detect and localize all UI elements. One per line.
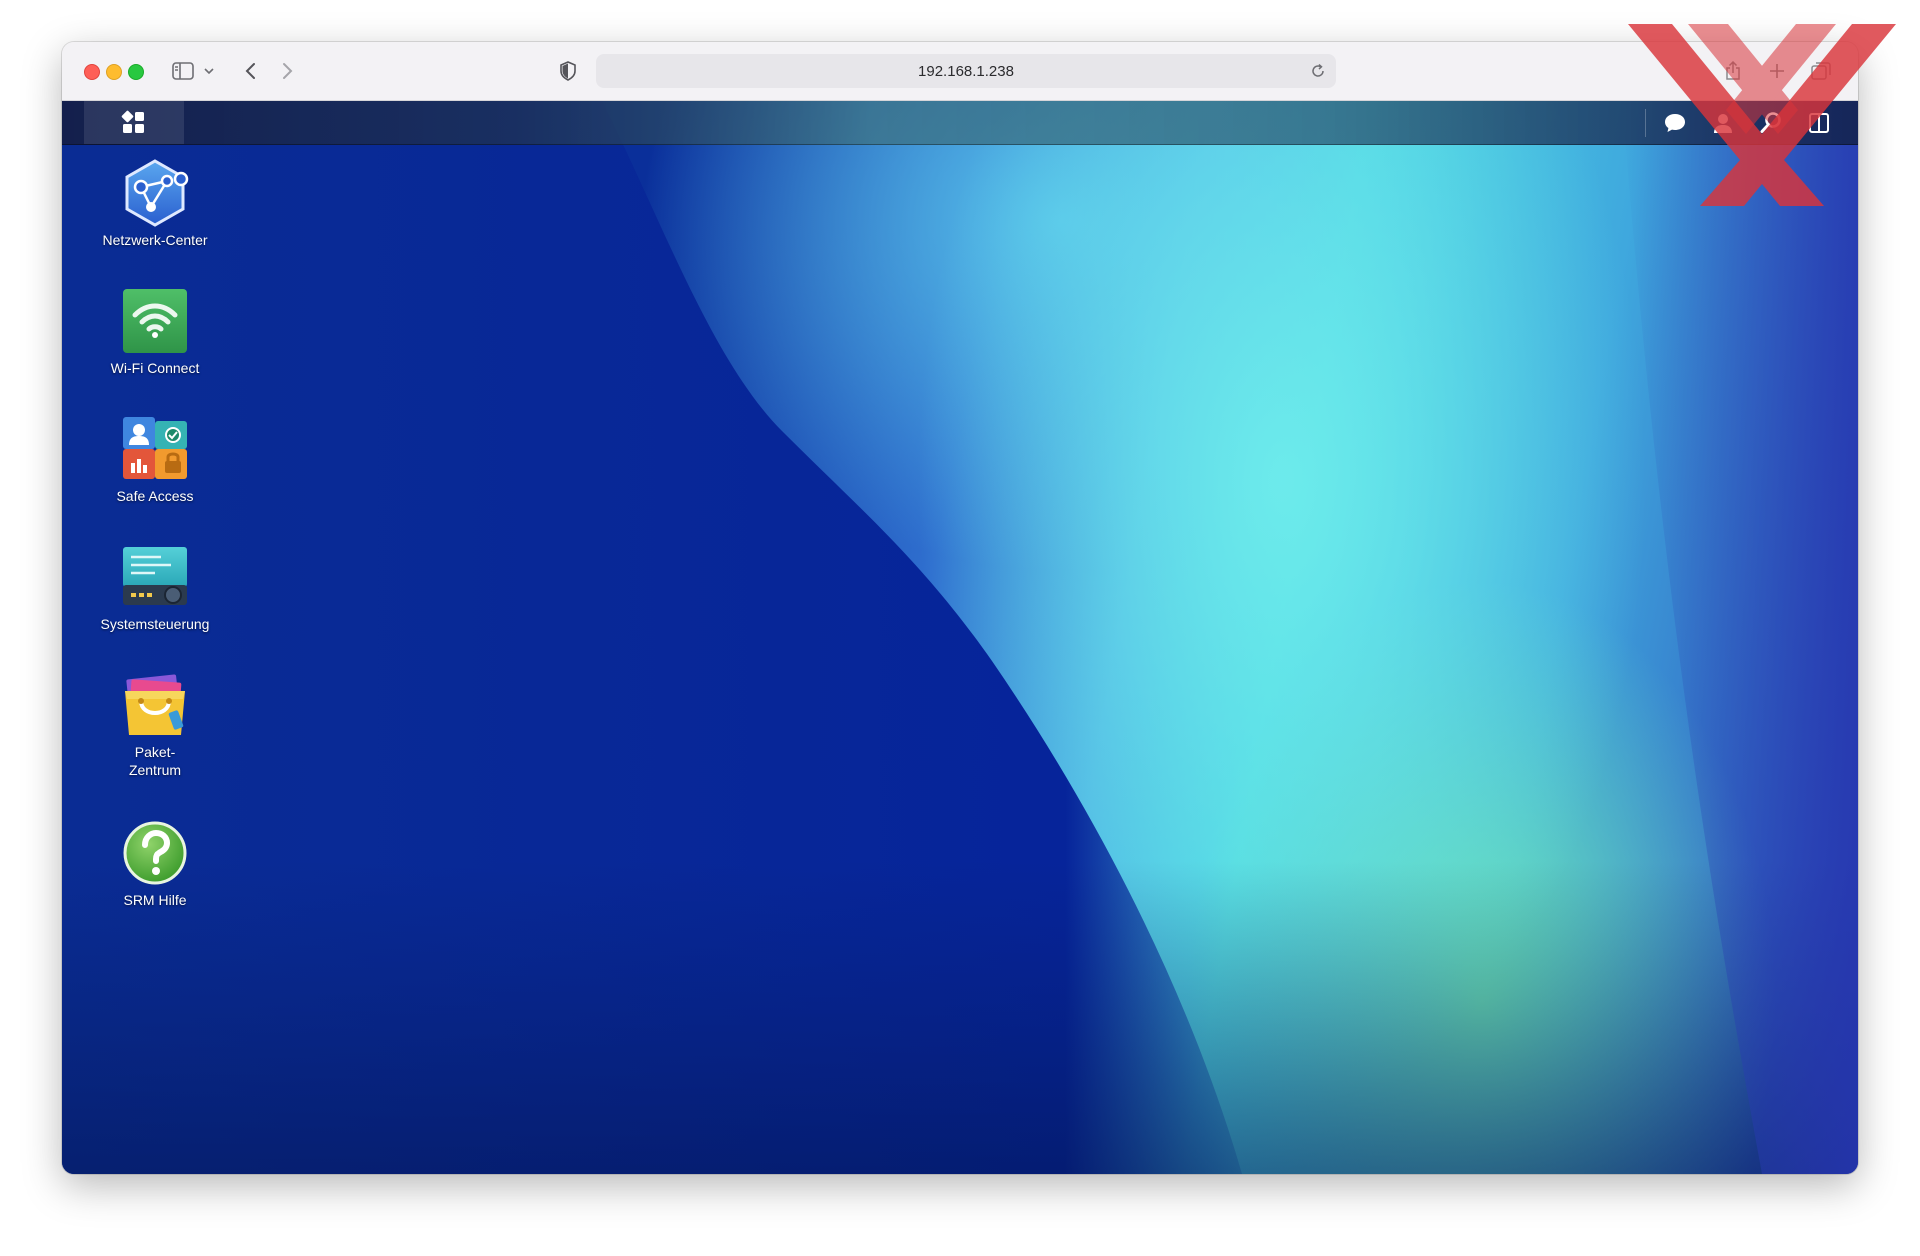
desktop-icon-safe-access[interactable]: Safe Access [62, 415, 248, 505]
tab-overview-icon[interactable] [1808, 58, 1834, 84]
desktop-icon-package-center[interactable]: Paket- Zentrum [62, 671, 248, 779]
desktop-icon-label: Safe Access [116, 488, 194, 504]
widgets-icon[interactable] [1806, 110, 1832, 136]
search-icon[interactable] [1758, 110, 1784, 136]
chat-icon[interactable] [1662, 110, 1688, 136]
srm-desktop: Netzwerk-Center Wi-Fi Connect Safe Acces… [62, 101, 1858, 1174]
desktop-icon-label: Systemsteuerung [100, 616, 210, 632]
user-icon[interactable] [1710, 110, 1736, 136]
desktop-icon-network-center[interactable]: Netzwerk-Center [62, 159, 248, 249]
desktop-icon-help[interactable]: SRM Hilfe [62, 819, 248, 909]
share-icon[interactable] [1720, 58, 1746, 84]
desktop-icon-label: SRM Hilfe [123, 892, 187, 908]
privacy-shield-icon[interactable] [556, 58, 580, 84]
browser-toolbar: 192.168.1.238 [62, 42, 1858, 101]
wallpaper-wave [62, 101, 1858, 1174]
close-window-button[interactable] [84, 64, 100, 80]
desktop-icon-wifi-connect[interactable]: Wi-Fi Connect [62, 287, 248, 377]
main-menu-icon [121, 110, 144, 133]
desktop-icon-label: Wi-Fi Connect [110, 360, 200, 376]
zoom-window-button[interactable] [128, 64, 144, 80]
taskbar-divider [1645, 109, 1646, 137]
srm-taskbar [62, 101, 1858, 145]
forward-button[interactable] [276, 58, 300, 84]
main-menu-button[interactable] [84, 101, 184, 144]
network-center-icon [125, 159, 189, 227]
wifi-connect-icon [123, 289, 187, 353]
new-tab-icon[interactable] [1764, 58, 1790, 84]
chevron-down-icon[interactable] [202, 58, 216, 84]
address-bar[interactable]: 192.168.1.238 [596, 54, 1336, 88]
desktop-icon-label: Netzwerk-Center [102, 232, 208, 248]
package-center-icon [125, 674, 185, 735]
help-icon [123, 821, 187, 885]
url-text: 192.168.1.238 [918, 62, 1014, 80]
control-panel-icon [123, 547, 187, 605]
sidebar-toggle-icon[interactable] [168, 58, 198, 84]
desktop-icon-control-panel[interactable]: Systemsteuerung [62, 543, 248, 633]
back-button[interactable] [238, 58, 262, 84]
reload-icon[interactable] [1308, 61, 1328, 81]
minimize-window-button[interactable] [106, 64, 122, 80]
desktop-icon-label: Paket- Zentrum [128, 744, 182, 778]
browser-window: 192.168.1.238 Netzwerk-Center Wi-Fi Conn… [62, 42, 1858, 1174]
safe-access-icon [123, 417, 187, 479]
